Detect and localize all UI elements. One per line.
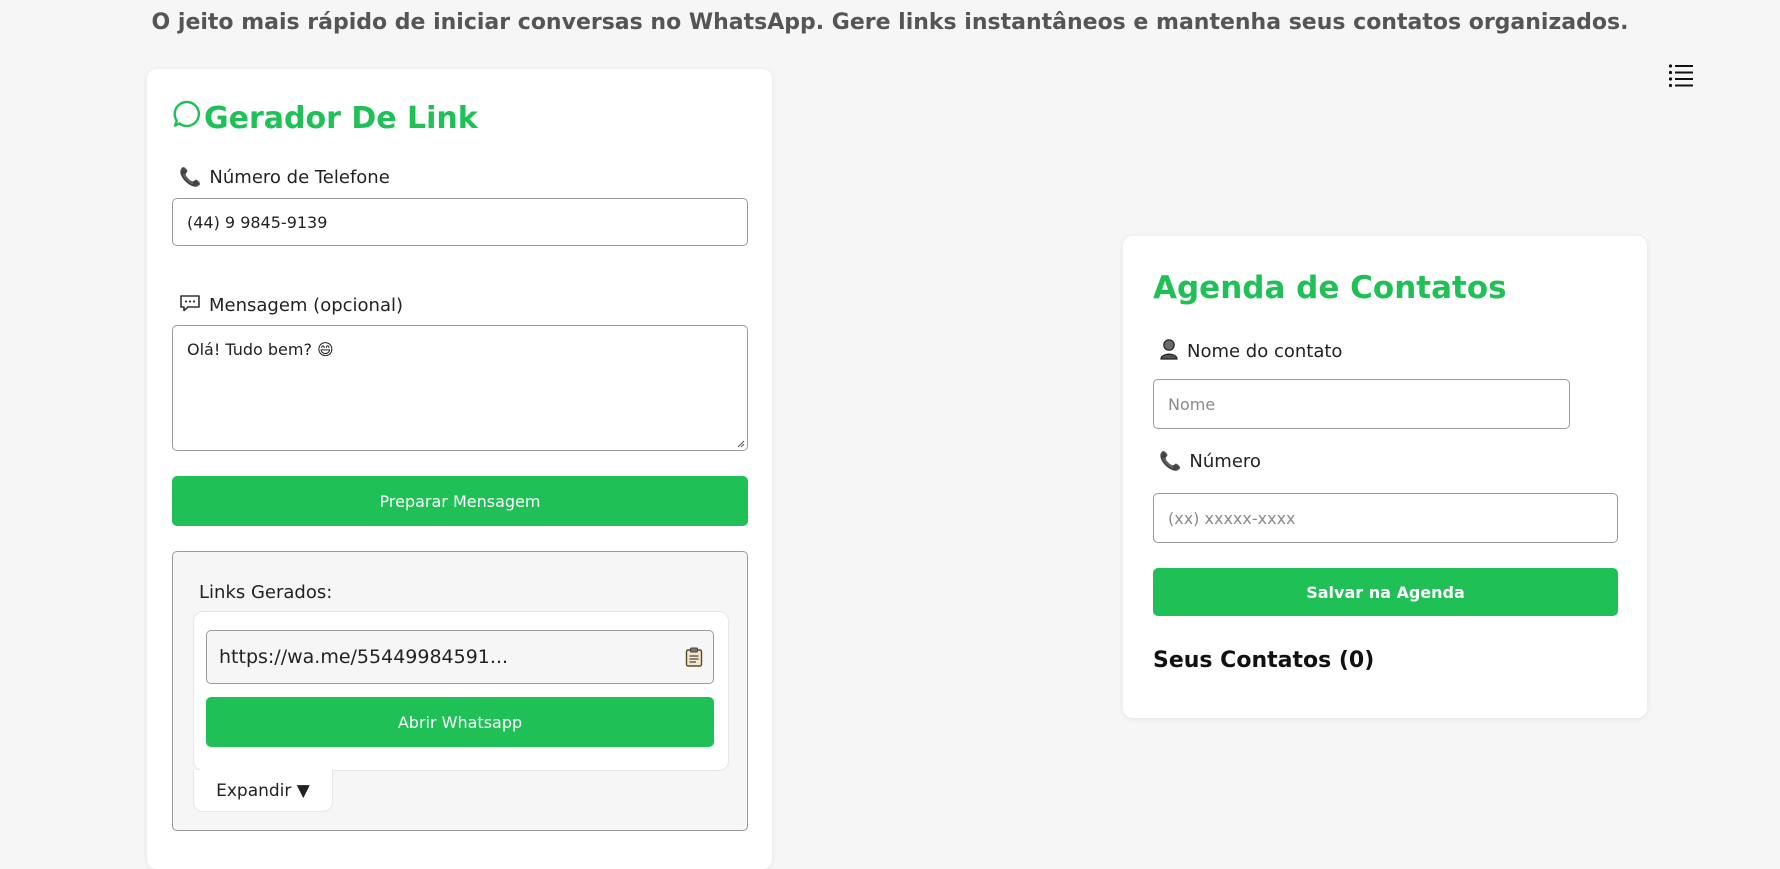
menu-list-icon[interactable] (1668, 62, 1694, 88)
generated-link-field[interactable]: https://wa.me/55449984591... (206, 630, 714, 684)
prepare-message-button[interactable]: Preparar Mensagem (172, 476, 748, 526)
contact-name-input[interactable]: Nome (1153, 379, 1570, 429)
open-whatsapp-button[interactable]: Abrir Whatsapp (206, 697, 714, 747)
agenda-title: Agenda de Contatos (1153, 270, 1507, 306)
contact-name-label: Nome do contato (1159, 338, 1342, 364)
phone-label: 📞 Número de Telefone (179, 167, 390, 188)
resize-handle-icon[interactable] (737, 440, 745, 448)
phone-label-text: Número de Telefone (209, 167, 390, 188)
generated-link-text: https://wa.me/55449984591... (219, 646, 509, 668)
speech-bubble-icon (179, 294, 201, 316)
clipboard-icon[interactable] (685, 647, 703, 672)
contact-number-label: 📞 Número (1159, 451, 1261, 472)
phone-input[interactable]: (44) 9 9845-9139 (172, 198, 748, 246)
link-generator-card: Gerador De Link 📞 Número de Telefone (44… (147, 69, 772, 869)
phone-icon: 📞 (1159, 450, 1182, 472)
generated-link-card: https://wa.me/55449984591... Abrir Whats… (193, 611, 729, 771)
contacts-count-title: Seus Contatos (0) (1153, 648, 1375, 673)
whatsapp-bubble-icon (172, 99, 204, 137)
message-text: Olá! Tudo bem? 😄 (187, 340, 334, 359)
generated-links-panel: Links Gerados: https://wa.me/55449984591… (172, 551, 748, 831)
save-agenda-button[interactable]: Salvar na Agenda (1153, 568, 1618, 616)
generator-title-text: Gerador De Link (204, 100, 478, 136)
contact-number-label-text: Número (1189, 451, 1261, 472)
contact-number-input[interactable]: (xx) xxxxx-xxxx (1153, 493, 1618, 543)
phone-icon: 📞 (179, 166, 202, 188)
contact-name-label-text: Nome do contato (1187, 340, 1343, 362)
person-icon (1159, 338, 1179, 364)
generator-title: Gerador De Link (172, 99, 478, 137)
page-tagline: O jeito mais rápido de iniciar conversas… (151, 10, 1629, 35)
message-label-text: Mensagem (opcional) (209, 294, 404, 316)
message-textarea[interactable]: Olá! Tudo bem? 😄 (172, 325, 748, 451)
message-label: Mensagem (opcional) (179, 294, 403, 316)
contacts-agenda-card: Agenda de Contatos Nome do contato Nome … (1123, 236, 1647, 718)
expand-button[interactable]: Expandir ▼ (193, 770, 333, 812)
generated-links-title: Links Gerados: (199, 582, 333, 603)
